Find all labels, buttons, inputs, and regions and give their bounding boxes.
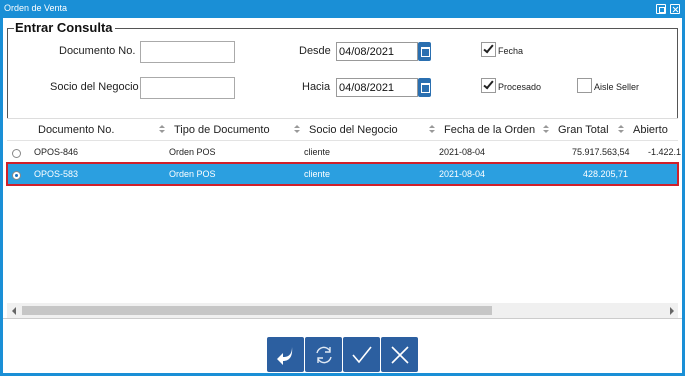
results-table: Documento No. Tipo de Documento Socio de… — [6, 118, 682, 320]
horizontal-scrollbar[interactable] — [7, 303, 678, 318]
col-documento[interactable]: Documento No. — [38, 124, 114, 136]
col-tipo[interactable]: Tipo de Documento — [174, 124, 270, 136]
checkmark-icon — [483, 42, 494, 54]
hacia-label: Hacia — [302, 81, 331, 93]
desde-date-input[interactable]: 04/08/2021 — [336, 42, 418, 61]
cell-total: 428.205,71 — [583, 169, 629, 179]
cell-documento: OPOS-583 — [34, 169, 79, 179]
documento-input[interactable] — [140, 41, 235, 63]
aisle-seller-checkbox[interactable] — [577, 78, 592, 93]
refresh-icon — [316, 346, 332, 364]
table-row[interactable]: OPOS-846 Orden POS cliente 2021-08-04 75… — [7, 141, 682, 163]
procesado-checkbox[interactable] — [481, 78, 496, 93]
sort-icon[interactable] — [543, 125, 549, 134]
hacia-date-input[interactable]: 04/08/2021 — [336, 78, 418, 97]
title-bar: Orden de Venta — [0, 0, 685, 18]
scrollbar-thumb[interactable] — [22, 306, 492, 315]
checkmark-icon — [483, 78, 494, 90]
close-window-icon[interactable] — [670, 4, 680, 14]
cell-socio: cliente — [304, 147, 331, 157]
desde-label: Desde — [299, 45, 331, 57]
cell-fecha: 2021-08-04 — [439, 147, 486, 157]
group-title: Entrar Consulta — [14, 20, 115, 35]
cell-fecha: 2021-08-04 — [439, 169, 486, 179]
sort-icon[interactable] — [618, 125, 624, 134]
refresh-button[interactable] — [305, 337, 342, 372]
socio-label: Socio del Negocio — [50, 81, 139, 93]
ok-button[interactable] — [343, 337, 380, 372]
documento-label: Documento No. — [59, 45, 136, 57]
socio-input[interactable] — [140, 77, 235, 99]
hacia-calendar-icon[interactable] — [418, 78, 431, 97]
fecha-checkbox-label: Fecha — [498, 46, 524, 56]
cancel-button[interactable] — [381, 337, 418, 372]
cell-tipo: Orden POS — [169, 169, 216, 179]
scroll-left-icon[interactable] — [12, 307, 16, 315]
col-socio[interactable]: Socio del Negocio — [309, 124, 398, 136]
table-header: Documento No. Tipo de Documento Socio de… — [7, 119, 678, 141]
close-icon — [391, 346, 409, 364]
window-title: Orden de Venta — [4, 3, 68, 13]
check-icon — [352, 346, 372, 364]
fecha-checkbox[interactable] — [481, 42, 496, 57]
desde-calendar-icon[interactable] — [418, 42, 431, 61]
procesado-checkbox-label: Procesado — [498, 82, 542, 92]
back-arrow-icon — [277, 347, 293, 365]
cell-documento: OPOS-846 — [34, 147, 79, 157]
cell-total: 75.917.563,54 — [572, 147, 630, 157]
maximize-icon[interactable] — [656, 4, 666, 14]
sort-icon[interactable] — [294, 125, 300, 134]
aisle-seller-label: Aisle Seller — [594, 82, 640, 92]
sort-icon[interactable] — [429, 125, 435, 134]
sort-icon[interactable] — [159, 125, 165, 134]
col-abierto[interactable]: Abierto — [633, 124, 668, 136]
cell-abierto: -1.422.1 — [648, 147, 682, 157]
table-row-selected[interactable]: OPOS-583 Orden POS cliente 2021-08-04 42… — [6, 162, 679, 186]
col-total[interactable]: Gran Total — [558, 124, 609, 136]
col-fecha[interactable]: Fecha de la Orden — [444, 124, 535, 136]
cell-socio: cliente — [304, 169, 331, 179]
row-radio[interactable] — [12, 171, 21, 180]
back-button[interactable] — [267, 337, 304, 372]
cell-tipo: Orden POS — [169, 147, 216, 157]
row-radio[interactable] — [12, 149, 21, 158]
scroll-right-icon[interactable] — [670, 307, 674, 315]
